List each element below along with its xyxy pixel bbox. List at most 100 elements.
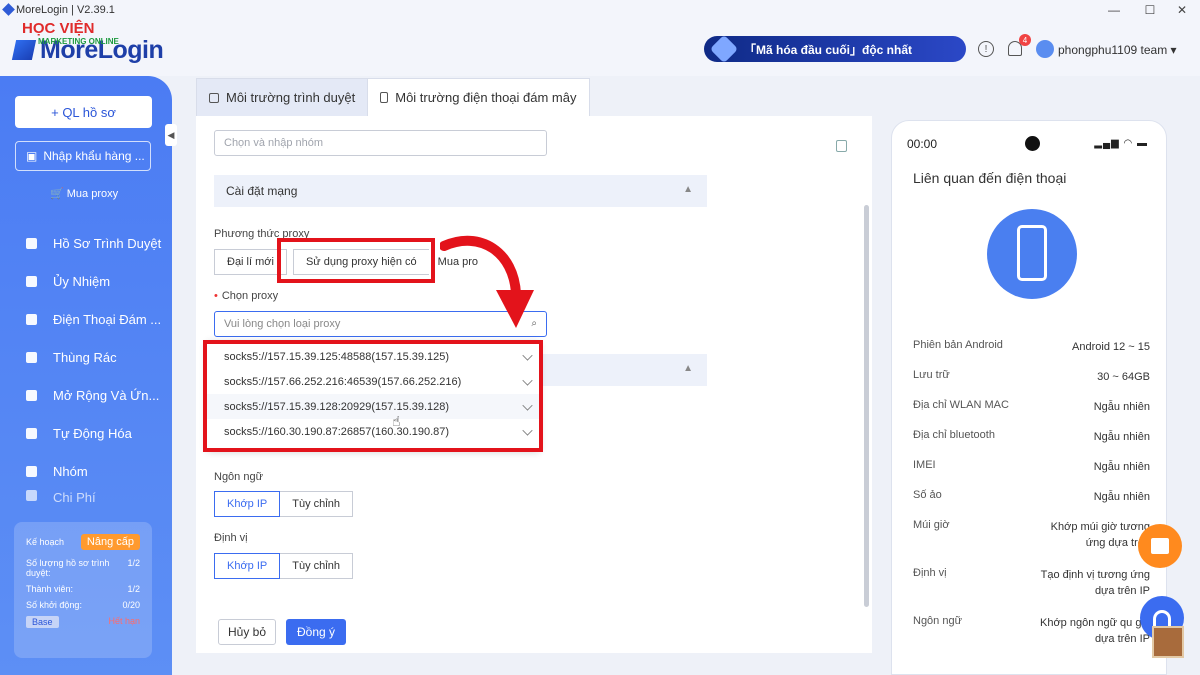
chevron-up-icon: ▲ xyxy=(683,363,693,374)
edit-icon[interactable] xyxy=(522,350,533,361)
proxy-option[interactable]: socks5://157.15.39.128:20929(157.15.39.1… xyxy=(207,394,540,419)
sidebar-item-trash[interactable]: Thùng Rác xyxy=(0,338,172,376)
spec-row: Múi giờ Khớp múi giờ tương ứng dựa trên xyxy=(913,519,1150,549)
spec-row: Phiên bản Android Android 12 ~ 15 xyxy=(913,339,1150,353)
spec-row: Địa chỉ WLAN MAC Ngẫu nhiên xyxy=(913,399,1150,413)
sidebar: + QL hồ sơ ▣ Nhập khẩu hàng ... 🛒 Mua pr… xyxy=(0,76,172,675)
sidebar-item-groups[interactable]: Nhóm xyxy=(0,452,172,490)
language-custom[interactable]: Tùy chỉnh xyxy=(279,491,353,517)
sidebar-item-browser-profiles[interactable]: Hồ Sơ Trình Duyệt xyxy=(0,224,172,262)
trash-icon xyxy=(26,351,37,363)
edit-icon[interactable] xyxy=(522,400,533,411)
import-icon: ▣ xyxy=(26,149,38,163)
confirm-button[interactable]: Đồng ý xyxy=(286,619,346,645)
choose-proxy-label: • Chọn proxy xyxy=(214,290,279,302)
language-match-ip[interactable]: Khớp IP xyxy=(214,491,281,517)
phone-specs: Phiên bản Android Android 12 ~ 15 Lưu trữ… xyxy=(913,339,1150,647)
phone-preview: 00:00 ▂▄▆ ◠ ▬ Liên quan đến điện thoại P… xyxy=(891,120,1167,675)
brand-mark-icon xyxy=(11,40,37,60)
sidebar-nav: Hồ Sơ Trình Duyệt Ủy Nhiệm Điện Thoại Đá… xyxy=(0,224,172,504)
proxy-option[interactable]: socks5://157.15.39.125:48588(157.15.39.1… xyxy=(207,344,540,369)
spec-row: Lưu trữ 30 ~ 64GB xyxy=(913,369,1150,383)
tab-browser-env[interactable]: Môi trường trình duyệt xyxy=(196,78,369,116)
phone-time: 00:00 xyxy=(907,137,938,151)
copy-icon[interactable] xyxy=(836,140,847,152)
user-menu[interactable]: phongphu1109 team ▾ xyxy=(1058,43,1177,57)
notification-badge: 4 xyxy=(1019,34,1031,46)
network-section-header[interactable]: Cài đặt mạng ▲ xyxy=(214,175,707,207)
phone-section-title: Liên quan đến điện thoại xyxy=(913,170,1067,186)
proxy-method-existing[interactable]: Sử dụng proxy hiện có xyxy=(292,249,430,275)
close-icon[interactable]: ✕ xyxy=(1164,0,1200,20)
group-input[interactable]: Chọn và nhập nhóm xyxy=(214,130,547,156)
buy-proxy-link[interactable]: 🛒 Mua proxy xyxy=(50,187,118,200)
proxy-method-new[interactable]: Đại lí mới xyxy=(214,249,287,275)
phone-icon xyxy=(26,313,37,325)
puzzle-icon xyxy=(26,389,37,401)
sidebar-item-automation[interactable]: Tự Động Hóa xyxy=(0,414,172,452)
new-profile-button[interactable]: + QL hồ sơ xyxy=(15,96,152,128)
scrollbar[interactable] xyxy=(864,205,869,607)
phone-icon xyxy=(380,92,389,103)
annotation-arrow-icon xyxy=(440,235,534,328)
expired-label: Hết hạn xyxy=(108,616,140,626)
corner-logo xyxy=(1152,626,1184,658)
proxy-icon xyxy=(26,275,37,287)
spec-row: Định vị Tạo định vị tương ứng dựa trên IP xyxy=(913,567,1150,597)
smartphone-icon xyxy=(1017,225,1047,281)
sidebar-item-cloud-phone[interactable]: Điện Thoại Đám ... xyxy=(0,300,172,338)
language-selector: Khớp IP Tùy chỉnh xyxy=(214,491,353,517)
maximize-icon[interactable]: ☐ xyxy=(1132,0,1168,20)
upgrade-button[interactable]: Nâng cấp xyxy=(80,534,140,550)
spec-row: Địa chỉ bluetooth Ngẫu nhiên xyxy=(913,429,1150,443)
edit-icon[interactable] xyxy=(522,375,533,386)
cancel-button[interactable]: Hủy bỏ xyxy=(218,619,276,645)
cart-icon: 🛒 xyxy=(50,188,64,200)
info-icon[interactable]: ! xyxy=(978,41,994,57)
language-label: Ngôn ngữ xyxy=(214,471,263,483)
camera-icon xyxy=(1025,136,1040,151)
collapse-sidebar-icon[interactable]: ◀ xyxy=(165,124,177,146)
chevron-up-icon: ▲ xyxy=(683,184,693,195)
plan-badge: Base xyxy=(26,616,59,628)
cost-icon xyxy=(26,490,37,501)
sidebar-item-proxy[interactable]: Ủy Nhiệm xyxy=(0,262,172,300)
promo-banner[interactable]: 「Mã hóa đầu cuối」độc nhất xyxy=(704,34,966,64)
sidebar-item-cost[interactable]: Chi Phí xyxy=(0,490,172,504)
gift-button[interactable] xyxy=(1138,524,1182,568)
spec-row: Ngôn ngữ Khớp ngôn ngữ qu gia dựa trên IP xyxy=(913,615,1150,645)
title-bar: MoreLogin | V2.39.1 — ☐ ✕ xyxy=(0,0,1200,20)
app-logo-icon xyxy=(2,3,15,16)
location-selector: Khớp IP Tùy chỉnh xyxy=(214,553,353,579)
cursor-icon: ☝ xyxy=(392,413,401,429)
proxy-option[interactable]: socks5://160.30.190.87:26857(160.30.190.… xyxy=(207,419,540,444)
profile-icon xyxy=(26,237,37,249)
spec-row: Số ảo Ngẫu nhiên xyxy=(913,489,1150,503)
gift-icon xyxy=(1151,538,1169,554)
automation-icon xyxy=(26,427,37,439)
location-label: Định vị xyxy=(214,532,248,544)
proxy-dropdown: socks5://157.15.39.125:48588(157.15.39.1… xyxy=(207,340,540,450)
location-match-ip[interactable]: Khớp IP xyxy=(214,553,281,579)
app-header: MoreLogin HỌC VIỆN MARKETING ONLINE 「Mã … xyxy=(0,20,1200,76)
cube-icon xyxy=(709,34,739,64)
proxy-option[interactable]: socks5://157.66.252.216:46539(157.66.252… xyxy=(207,369,540,394)
plan-card: Kế hoạch Nâng cấp Số lượng hồ sơ trình d… xyxy=(14,522,152,658)
signal-icon: ▂▄▆ ◠ ▬ xyxy=(1094,138,1148,149)
group-icon xyxy=(26,465,37,477)
location-custom[interactable]: Tùy chỉnh xyxy=(279,553,353,579)
avatar[interactable] xyxy=(1036,40,1054,58)
edit-icon[interactable] xyxy=(522,425,533,436)
watermark-sub: MARKETING ONLINE xyxy=(38,37,119,46)
proxy-method-label: Phương thức proxy xyxy=(214,228,310,240)
import-button[interactable]: ▣ Nhập khẩu hàng ... xyxy=(15,141,151,171)
sidebar-item-extensions[interactable]: Mở Rộng Và Ứn... xyxy=(0,376,172,414)
tab-cloud-phone-env[interactable]: Môi trường điện thoại đám mây xyxy=(367,78,590,116)
window-title: MoreLogin | V2.39.1 xyxy=(16,4,115,16)
headset-icon xyxy=(1153,610,1171,626)
browser-icon xyxy=(209,92,219,103)
spec-row: IMEI Ngẫu nhiên xyxy=(913,459,1150,473)
minimize-icon[interactable]: — xyxy=(1096,0,1132,20)
env-tabs: Môi trường trình duyệt Môi trường điện t… xyxy=(196,78,590,116)
watermark: HỌC VIỆN xyxy=(22,20,95,37)
